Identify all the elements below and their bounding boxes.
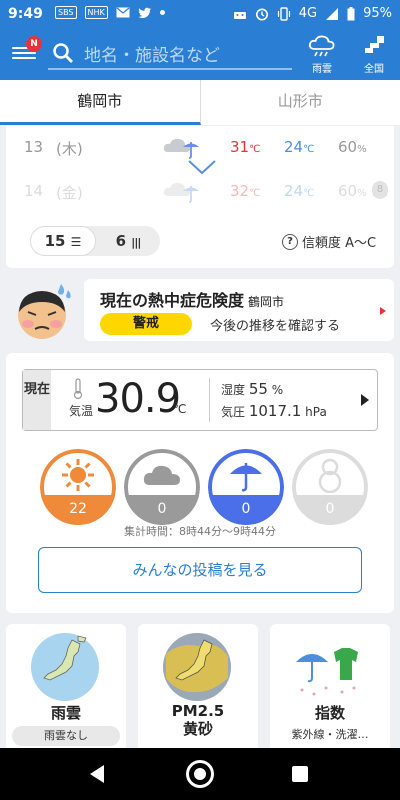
android-icon [233,11,246,19]
forecast-day: 14 [24,182,44,200]
tile-indices-sub: 紫外線・洗濯… [291,728,369,741]
forecast-pop: 60% [338,138,367,156]
app-header: N 地名・施設名など 雨雲 全国 [0,30,400,80]
indices-icon [296,648,358,696]
chevron-down-icon[interactable] [187,158,217,176]
status-bar: 9:49 SBS NHK 4G 95% [0,0,400,30]
post-count-snow[interactable]: 0 [292,449,368,525]
tile-pm25[interactable]: PM2.5 黄砂 [138,624,258,754]
tile-indices-title: 指数 [314,704,345,722]
status-left-icons: SBS NHK [55,6,165,19]
heatstroke-trend-link[interactable]: 今後の推移を確認する [210,315,340,334]
status-tag-sbs: SBS [55,6,77,19]
tile-rain-cloud[interactable]: 雨雲 雨雲なし [6,624,126,754]
search-icon [53,43,73,63]
japan-radar-map-icon [31,633,99,701]
pressure: 気圧 1017.1 hPa [221,402,327,420]
reliability-label: 信頼度 A〜C [302,236,377,251]
heatstroke-banner[interactable]: 現在の熱中症危険度 鶴岡市 警戒 今後の推移を確認する [84,279,394,341]
aggregation-time: 集計時間：8時44分〜9時44分 [124,525,276,538]
system-nav-bar [0,748,400,800]
see-posts-button[interactable]: みんなの投稿を見る [38,547,362,593]
home-icon[interactable] [186,760,214,788]
status-tag-nhk: NHK [84,6,108,19]
post-count-cloudy[interactable]: 0 [124,449,200,525]
current-label: 現在 [23,370,51,430]
tab-yamagata[interactable]: 山形市 [201,80,400,125]
rain-cloud-button[interactable]: 雨雲 [302,34,342,75]
status-right-icons: 4G 95% [233,6,392,21]
battery-level: 95% [363,6,392,21]
rain-cloud-icon [308,35,335,57]
pm25-map-icon [163,633,231,701]
rain-cloud-label: 雨雲 [312,64,332,75]
nationwide-label: 全国 [364,64,384,75]
humidity: 湿度 55 % [221,380,284,398]
forecast-weekday: (金) [56,184,83,202]
tile-indices[interactable]: 指数 紫外線・洗濯… [270,624,390,754]
tile-rain-cloud-status: 雨雲なし [12,726,120,746]
chevron-right-icon [361,394,369,406]
status-time: 9:49 [8,6,43,22]
network-type: 4G [298,6,318,21]
post-count-rain[interactable]: 0 [208,449,284,525]
forecast-high: 31℃ [230,138,261,156]
list-icon: ☰ [70,235,82,249]
cloud-rain-icon [163,138,199,159]
location-tabs: 鶴岡市 山形市 [0,80,400,125]
dot-icon [159,10,165,15]
forecast-pop: 60% [338,182,367,200]
nationwide-button[interactable]: 全国 [354,34,394,75]
battery-icon [347,6,355,20]
scroll-indicator: 8 [372,181,388,199]
forecast-low: 24℃ [284,182,315,200]
heatstroke-level-badge: 警戒 [100,313,192,335]
reliability-info[interactable]: ? 信頼度 A〜C [282,232,376,251]
worried-face-icon [18,284,71,339]
post-count-sunny[interactable]: 22 [40,449,116,525]
tile-pm25-title: PM2.5 黄砂 [171,702,225,738]
tab-tsuruoka[interactable]: 鶴岡市 [0,80,201,125]
search-bar[interactable]: 地名・施設名など [48,38,292,70]
toggle-6-days[interactable]: 6 ||| [96,226,160,256]
chevron-right-icon [380,307,386,315]
toggle-15-days[interactable]: 15 ☰ [30,226,96,256]
cloud-rain-icon [163,182,199,203]
forecast-weekday: (木) [56,140,83,158]
umbrella-icon [230,463,262,492]
sun-icon [62,459,94,491]
twitter-icon [138,7,151,18]
notification-badge: N [26,36,42,52]
current-conditions-card: 現在 気温 30.9 ℃ 湿度 55 % 気圧 1017.1 hPa 22 0 … [6,353,394,613]
forecast-day: 13 [24,138,44,156]
tile-rain-cloud-title: 雨雲 [50,704,81,722]
question-icon: ? [282,233,298,250]
signal-icon [326,7,339,20]
back-icon[interactable] [90,765,104,783]
columns-icon: ||| [131,236,141,249]
forecast-low: 24℃ [284,138,315,156]
temp-value: 30.9 [95,376,181,422]
cloud-icon [143,465,180,485]
temp-label: 気温 [69,404,94,418]
temp-unit: ℃ [173,402,187,416]
divider [209,378,210,422]
days-toggle: 15 ☰ 6 ||| [30,226,160,256]
japan-map-icon [365,36,384,53]
forecast-high: 32℃ [230,182,261,200]
forecast-row[interactable]: 14 (金) 32℃ 24℃ 60% [6,176,394,206]
vibrate-icon [277,6,290,21]
alarm-icon [255,8,268,20]
heatstroke-title: 現在の熱中症危険度 鶴岡市 [100,291,285,310]
thermometer-icon [73,378,83,400]
search-placeholder: 地名・施設名など [84,45,220,66]
forecast-card: 13 (木) 31℃ 24℃ 60% 14 (金) 32℃ 24℃ 60% 8 … [6,126,394,268]
heatstroke-place: 鶴岡市 [248,295,285,309]
mail-icon [116,7,130,18]
recent-apps-icon[interactable] [292,766,308,782]
current-observation[interactable]: 現在 気温 30.9 ℃ 湿度 55 % 気圧 1017.1 hPa [22,369,378,431]
snowman-icon [318,458,342,493]
